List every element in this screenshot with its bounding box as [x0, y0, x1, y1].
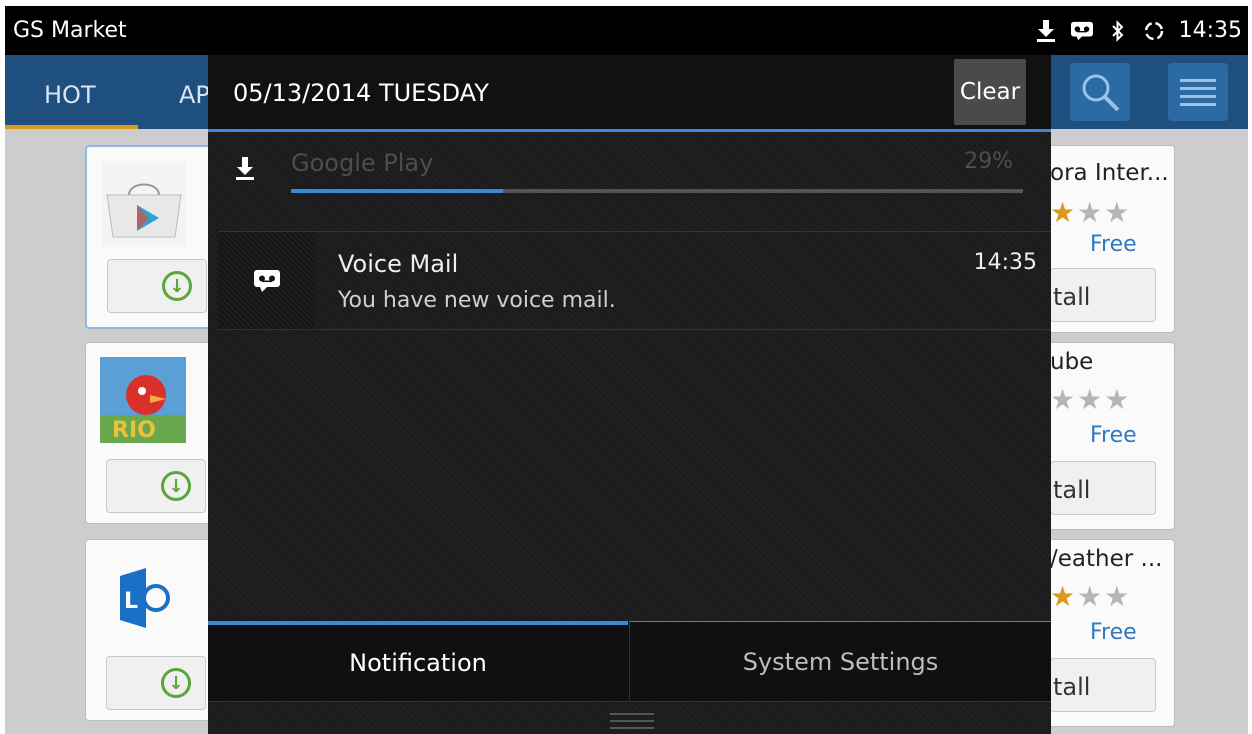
download-arrow-icon: ↓: [162, 271, 192, 301]
voicemail-icon: [253, 269, 280, 292]
header-divider: [208, 129, 1051, 132]
install-button[interactable]: tall: [1050, 268, 1156, 322]
menu-button[interactable]: [1168, 63, 1228, 121]
clear-button[interactable]: Clear: [954, 59, 1026, 125]
app-title: /eather ...: [1050, 546, 1163, 572]
lync-thumbnail: L: [100, 554, 186, 640]
app-price: Free: [1090, 620, 1137, 645]
tab-system-settings[interactable]: System Settings: [629, 621, 1051, 701]
install-label: tall: [1053, 283, 1091, 311]
search-button[interactable]: [1070, 63, 1130, 121]
voicemail-title: Voice Mail: [338, 250, 459, 278]
download-progress-fill: [291, 189, 504, 193]
app-title: ube: [1050, 349, 1094, 375]
search-icon: [1082, 74, 1120, 112]
tab-hot[interactable]: HOT: [44, 81, 96, 109]
download-icon: [1035, 19, 1057, 42]
panel-tabs: Notification System Settings: [208, 621, 1051, 702]
voicemail-notification[interactable]: Voice Mail You have new voice mail. 14:3…: [218, 231, 1051, 330]
voicemail-time: 14:35: [973, 250, 1037, 275]
install-button[interactable]: tall: [1050, 658, 1156, 712]
rating-stars: ★★★: [1050, 580, 1132, 613]
download-button[interactable]: ↓: [107, 259, 207, 313]
drag-handle[interactable]: [610, 713, 654, 729]
app-card-lync[interactable]: L ↓: [85, 539, 227, 721]
svg-text:RIO: RIO: [112, 418, 156, 443]
app-title: ora Inter...: [1050, 160, 1169, 186]
status-bar: GS Market 14:35: [5, 6, 1248, 55]
download-arrow-icon: ↓: [161, 471, 191, 501]
app-price: Free: [1090, 423, 1137, 448]
tab-notification[interactable]: Notification: [208, 621, 628, 701]
device-screen: GS Market 14:35 HOT AP ↓ RIO ↓ L ↓ ora I…: [5, 6, 1248, 734]
download-notification[interactable]: Google Play 29%: [218, 137, 1051, 230]
svg-text:L: L: [124, 589, 138, 614]
install-label: tall: [1053, 476, 1091, 504]
angry-birds-thumbnail: RIO: [100, 357, 186, 443]
notification-panel: 05/13/2014 TUESDAY Clear Google Play 29%…: [208, 55, 1051, 734]
download-progress-bar: [291, 189, 1023, 193]
status-app-name: GS Market: [13, 18, 127, 43]
download-button[interactable]: ↓: [106, 459, 206, 513]
rating-stars: ★★★: [1050, 383, 1132, 416]
handle-line: [610, 713, 654, 715]
panel-header: 05/13/2014 TUESDAY Clear: [208, 55, 1051, 132]
voicemail-subtitle: You have new voice mail.: [338, 288, 616, 313]
download-button[interactable]: ↓: [106, 656, 206, 710]
install-label: tall: [1053, 673, 1091, 701]
install-button[interactable]: tall: [1050, 461, 1156, 515]
sync-icon: [1143, 20, 1165, 42]
app-card-angry-birds[interactable]: RIO ↓: [85, 342, 227, 524]
menu-icon: [1180, 79, 1216, 106]
rating-stars: ★★★: [1050, 196, 1132, 229]
voicemail-icon: [1070, 20, 1093, 42]
google-play-thumbnail: [101, 161, 187, 247]
handle-line: [610, 727, 654, 729]
download-percent: 29%: [964, 149, 1013, 174]
handle-line: [610, 720, 654, 722]
voicemail-icon-box: [218, 232, 315, 329]
download-title: Google Play: [291, 149, 434, 177]
panel-date: 05/13/2014 TUESDAY: [233, 79, 489, 107]
app-price: Free: [1090, 232, 1137, 257]
tab-apps[interactable]: AP: [179, 81, 210, 109]
download-arrow-icon: ↓: [161, 668, 191, 698]
status-time: 14:35: [1178, 18, 1242, 43]
bluetooth-icon: [1107, 19, 1129, 42]
download-icon: [234, 157, 262, 185]
